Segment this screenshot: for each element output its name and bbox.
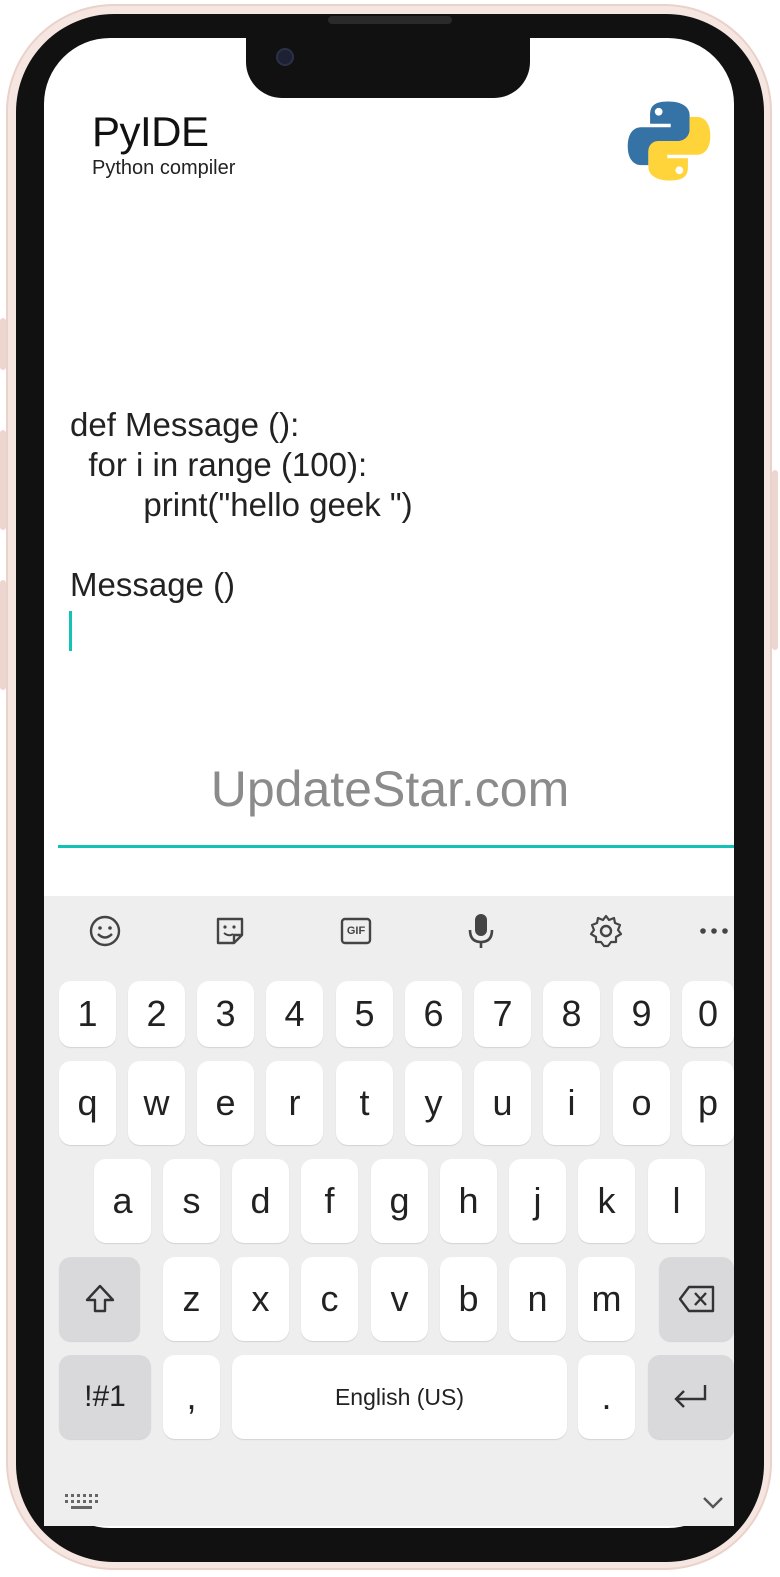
key-y[interactable]: y — [405, 1061, 462, 1145]
app-title: PyIDE — [92, 108, 209, 155]
backspace-key[interactable] — [659, 1257, 734, 1341]
code-line: for i in range (100): — [70, 446, 368, 483]
code-line: Message () — [70, 566, 236, 603]
key-3[interactable]: 3 — [197, 981, 254, 1047]
code-line: def Message (): — [70, 406, 300, 443]
microphone-icon[interactable] — [451, 910, 511, 952]
key-b[interactable]: b — [440, 1257, 497, 1341]
key-e[interactable]: e — [197, 1061, 254, 1145]
key-g[interactable]: g — [371, 1159, 428, 1243]
key-m[interactable]: m — [578, 1257, 635, 1341]
key-5[interactable]: 5 — [336, 981, 393, 1047]
key-f[interactable]: f — [301, 1159, 358, 1243]
key-o[interactable]: o — [613, 1061, 670, 1145]
gif-icon[interactable]: GIF — [326, 910, 386, 952]
more-icon[interactable] — [684, 910, 744, 952]
key-a[interactable]: a — [94, 1159, 151, 1243]
key-1[interactable]: 1 — [59, 981, 116, 1047]
key-6[interactable]: 6 — [405, 981, 462, 1047]
side-button-left-1 — [0, 318, 6, 370]
backspace-icon — [678, 1285, 714, 1313]
side-button-right — [772, 470, 778, 650]
key-t[interactable]: t — [336, 1061, 393, 1145]
python-logo-icon — [627, 101, 711, 181]
key-4[interactable]: 4 — [266, 981, 323, 1047]
space-key[interactable]: English (US) — [232, 1355, 567, 1439]
key-9[interactable]: 9 — [613, 981, 670, 1047]
emoji-icon[interactable] — [75, 910, 135, 952]
keyboard-bottom-bar — [44, 1478, 734, 1526]
key-d[interactable]: d — [232, 1159, 289, 1243]
key-0[interactable]: 0 — [682, 981, 734, 1047]
key-k[interactable]: k — [578, 1159, 635, 1243]
side-button-left-3 — [0, 580, 6, 690]
comma-key[interactable]: , — [163, 1355, 220, 1439]
side-button-left-2 — [0, 430, 6, 530]
shift-key[interactable] — [59, 1257, 140, 1341]
key-p[interactable]: p — [682, 1061, 734, 1145]
key-2[interactable]: 2 — [128, 981, 185, 1047]
key-h[interactable]: h — [440, 1159, 497, 1243]
gif-label: GIF — [346, 925, 366, 937]
key-n[interactable]: n — [509, 1257, 566, 1341]
text-cursor — [69, 611, 72, 651]
key-l[interactable]: l — [648, 1159, 705, 1243]
gear-icon[interactable] — [576, 910, 636, 952]
key-c[interactable]: c — [301, 1257, 358, 1341]
key-7[interactable]: 7 — [474, 981, 531, 1047]
key-u[interactable]: u — [474, 1061, 531, 1145]
key-s[interactable]: s — [163, 1159, 220, 1243]
key-j[interactable]: j — [509, 1159, 566, 1243]
speaker — [328, 16, 452, 24]
enter-key[interactable] — [648, 1355, 734, 1439]
key-x[interactable]: x — [232, 1257, 289, 1341]
shift-icon — [85, 1284, 114, 1313]
chevron-down-icon[interactable] — [702, 1486, 724, 1517]
key-i[interactable]: i — [543, 1061, 600, 1145]
key-8[interactable]: 8 — [543, 981, 600, 1047]
code-editor[interactable]: def Message (): for i in range (100): pr… — [70, 405, 413, 605]
enter-icon — [674, 1385, 707, 1408]
symbols-key[interactable]: !#1 — [59, 1355, 151, 1439]
key-v[interactable]: v — [371, 1257, 428, 1341]
key-q[interactable]: q — [59, 1061, 116, 1145]
camera-icon — [276, 48, 294, 66]
key-w[interactable]: w — [128, 1061, 185, 1145]
period-key[interactable]: . — [578, 1355, 635, 1439]
notch — [246, 36, 530, 98]
keyboard-switch-icon[interactable] — [64, 1492, 98, 1518]
watermark: UpdateStar.com — [210, 761, 570, 817]
sticker-icon[interactable] — [200, 910, 260, 952]
code-line: print("hello geek ") — [70, 486, 413, 523]
app-subtitle: Python compiler — [92, 157, 236, 179]
key-z[interactable]: z — [163, 1257, 220, 1341]
key-r[interactable]: r — [266, 1061, 323, 1145]
editor-underline — [58, 845, 734, 848]
